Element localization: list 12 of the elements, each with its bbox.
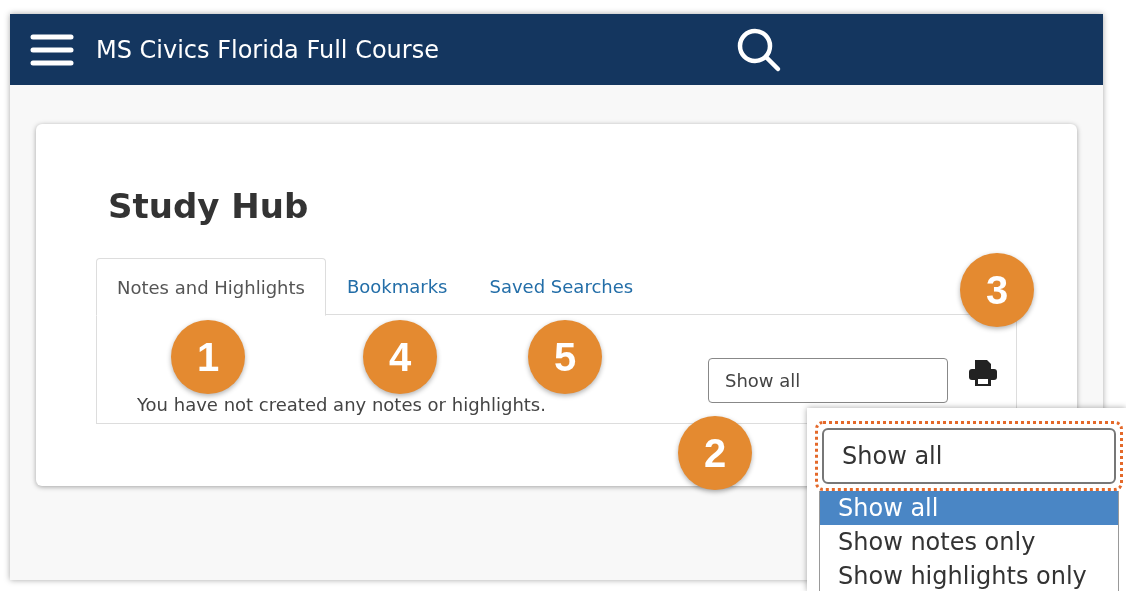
- filter-select[interactable]: Show all: [708, 358, 948, 403]
- dropdown-option[interactable]: Show all: [820, 491, 1118, 525]
- page-title: Study Hub: [108, 186, 309, 226]
- search-icon[interactable]: [736, 26, 782, 73]
- tab[interactable]: Notes and Highlights: [96, 258, 326, 316]
- course-title: MS Civics Florida Full Course: [96, 35, 440, 64]
- empty-message: You have not created any notes or highlights.: [137, 394, 547, 415]
- print-icon[interactable]: [968, 359, 998, 387]
- tab[interactable]: Saved Searches: [468, 258, 655, 314]
- tab[interactable]: Bookmarks: [325, 258, 469, 314]
- filter-select[interactable]: Show all: [822, 428, 1116, 484]
- menu-icon[interactable]: [30, 33, 74, 66]
